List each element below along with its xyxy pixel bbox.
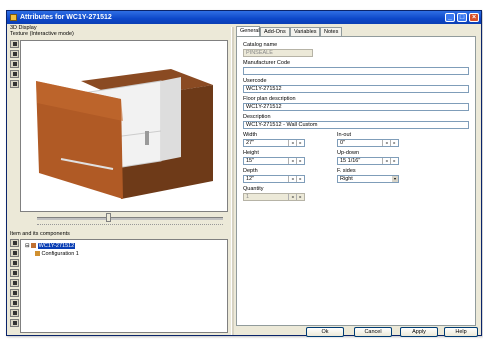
properties-icon[interactable] [10,319,19,327]
chevron-down-icon[interactable]: ▾ [392,176,398,182]
tab-general[interactable]: General [236,26,260,36]
panel-splitter[interactable] [231,27,234,335]
components-tree[interactable]: ⊟ WC1Y-271512 Configuration 1 [20,239,228,333]
depth-value: 12" [246,176,255,182]
width-label: Width [243,132,258,138]
usercode-label: Usercode [243,78,267,84]
tree-item-configuration[interactable]: Configuration 1 [35,251,79,257]
fsides-value: Right [340,176,353,182]
tab-variables[interactable]: Variables [290,27,320,36]
delete-icon[interactable] [10,289,19,297]
print-icon[interactable] [10,50,19,58]
pointer-icon[interactable] [10,249,19,257]
cabinet-3d-render [36,69,213,199]
cabinet-inner-wall [161,77,181,161]
catalog-name-field: PINSEALE [243,49,313,57]
floorplan-description-label: Floor plan description [243,96,296,102]
depth-label: Depth [243,168,258,174]
expand-icon[interactable]: ⊟ [25,243,30,249]
view-mode-label: Texture (Interactive mode) [10,31,74,37]
width-field[interactable]: 27" ◂ ▸ [243,139,305,147]
tool-icon[interactable] [10,259,19,267]
tree-root-label: WC1Y-271512 [37,243,76,249]
manufacturer-code-field[interactable] [243,67,469,75]
description-field[interactable]: WC1Y-271512 - Wall Custom [243,121,469,129]
add-component-icon[interactable] [10,239,19,247]
cancel-button[interactable]: Cancel [354,327,392,337]
tree-label: Item and its components [10,231,70,237]
tab-notes[interactable]: Notes [320,27,342,36]
fsides-label: F. sides [337,168,356,174]
window-title: Attributes for WC1Y-271512 [20,14,112,21]
depth-stepper[interactable]: ◂ ▸ [288,176,304,182]
floorplan-description-field[interactable]: WC1Y-271512 [243,103,469,111]
tab-add-ons[interactable]: Add-Ons [260,27,290,36]
hinge-icon [145,131,149,145]
general-tab-panel: Catalog name PINSEALE Manufacturer Code … [236,36,476,326]
updown-field[interactable]: 15 1/16" ◂ ▸ [337,157,399,165]
tree-child-label: Configuration 1 [41,251,79,257]
inout-field[interactable]: 0" ◂ ▸ [337,139,399,147]
inout-stepper[interactable]: ◂ ▸ [382,140,398,146]
slider-ticks [37,224,223,226]
rotation-slider-track[interactable] [37,217,223,220]
quantity-field: 1 ◂ ▸ [243,193,305,201]
3d-viewport[interactable] [20,40,228,212]
apply-button[interactable]: Apply [400,327,438,337]
height-value: 15" [246,158,255,164]
updown-label: Up-down [337,150,360,156]
ok-button[interactable]: Ok [306,327,344,337]
move-up-icon[interactable] [10,269,19,277]
manufacturer-code-label: Manufacturer Code [243,60,291,66]
minimize-button[interactable]: _ [445,13,455,22]
edit-icon[interactable] [10,309,19,317]
fsides-select[interactable]: Right ▾ [337,175,399,183]
height-label: Height [243,150,259,156]
camera-icon[interactable] [10,70,19,78]
cabinet-item-icon [31,243,37,249]
maximize-button[interactable]: □ [457,13,467,22]
width-stepper[interactable]: ◂ ▸ [288,140,304,146]
description-label: Description [243,114,271,120]
configuration-icon [35,251,40,257]
title-bar[interactable]: Attributes for WC1Y-271512 _ □ × [7,11,481,24]
tree-item-root[interactable]: ⊟ WC1Y-271512 [25,243,76,249]
width-value: 27" [246,140,255,146]
height-stepper[interactable]: ◂ ▸ [288,158,304,164]
attributes-window: Attributes for WC1Y-271512 _ □ × 3D Disp… [6,10,482,336]
updown-stepper[interactable]: ◂ ▸ [382,158,398,164]
quantity-stepper: ◂ ▸ [288,194,304,200]
catalog-name-label: Catalog name [243,42,278,48]
rotation-slider-thumb[interactable] [106,213,111,222]
close-button[interactable]: × [469,13,479,22]
help-button[interactable]: Help [444,327,478,337]
height-field[interactable]: 15" ◂ ▸ [243,157,305,165]
app-icon [10,14,17,21]
move-down-icon[interactable] [10,279,19,287]
quantity-label: Quantity [243,186,264,192]
copy-icon[interactable] [10,60,19,68]
cabinet-icon[interactable] [10,299,19,307]
depth-field[interactable]: 12" ◂ ▸ [243,175,305,183]
save-icon[interactable] [10,40,19,48]
updown-value: 15 1/16" [340,158,361,164]
inout-value: 0" [340,140,346,146]
inout-label: In-out [337,132,352,138]
quantity-value: 1 [246,194,250,200]
document-icon[interactable] [10,80,19,88]
usercode-field[interactable]: WC1Y-271512 [243,85,469,93]
